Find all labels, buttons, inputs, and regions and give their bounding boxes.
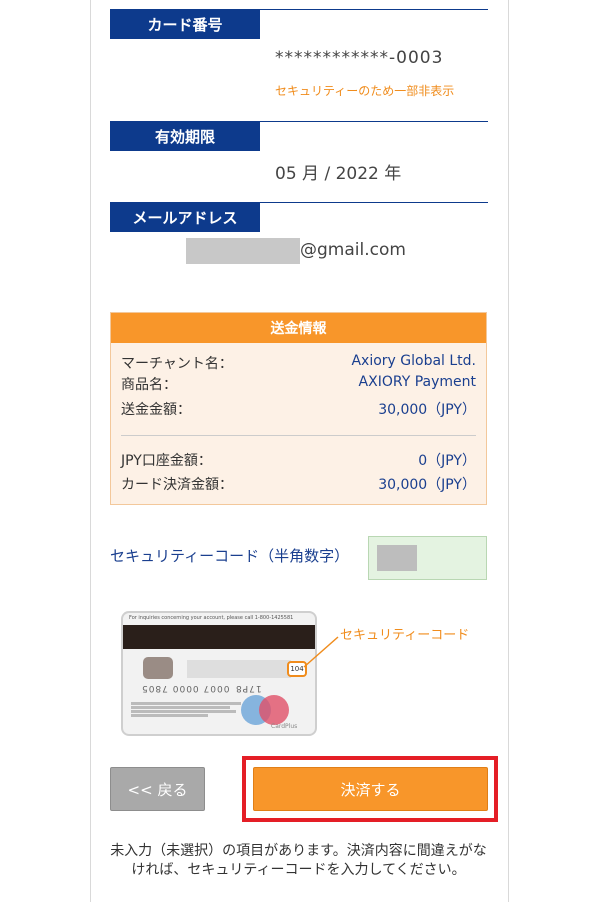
jpy-account-value: 0（JPY） bbox=[418, 453, 476, 469]
security-code-input[interactable] bbox=[368, 536, 487, 580]
frame-left-border bbox=[90, 0, 91, 902]
product-label: 商品名： bbox=[121, 377, 177, 393]
card-amount-label: カード決済金額： bbox=[121, 477, 233, 493]
security-code-illustration-label: セキュリティーコード bbox=[340, 628, 470, 643]
product-value: AXIORY Payment bbox=[358, 374, 476, 390]
merchant-label: マーチャント名： bbox=[121, 356, 233, 372]
amount-row: 送金金額： 30,000（JPY） bbox=[121, 399, 476, 419]
expiry-value: 05 月 / 2022 年 bbox=[275, 164, 402, 184]
security-code-label: セキュリティーコード（半角数字） bbox=[110, 547, 350, 565]
card-logo-circle-red bbox=[259, 695, 289, 725]
card-fine-print bbox=[131, 701, 241, 718]
merchant-value: Axiory Global Ltd. bbox=[351, 353, 476, 369]
frame-right-border bbox=[508, 0, 509, 902]
transfer-divider bbox=[121, 435, 476, 436]
email-rule bbox=[260, 202, 488, 203]
expiry-label: 有効期限 bbox=[110, 121, 260, 151]
transfer-info-box: 送金情報 マーチャント名： Axiory Global Ltd. 商品名： AX… bbox=[110, 312, 487, 505]
card-amount-row: カード決済金額： 30,000（JPY） bbox=[121, 474, 476, 494]
card-number-rule bbox=[260, 9, 488, 10]
card-amount-value: 30,000（JPY） bbox=[378, 477, 476, 493]
card-number-embossed-right: 17P8 bbox=[235, 683, 262, 693]
amount-label: 送金金額： bbox=[121, 402, 191, 418]
card-number-label: カード番号 bbox=[110, 9, 260, 39]
expiry-rule bbox=[260, 121, 488, 122]
email-masked-part bbox=[186, 238, 300, 264]
validation-message: 未入力（未選択）の項目があります。決済内容に間違えがなければ、セキュリティーコー… bbox=[110, 843, 487, 878]
card-number-value: ************-0003 bbox=[275, 48, 444, 68]
pay-button[interactable]: 決済する bbox=[253, 767, 488, 811]
transfer-info-title: 送金情報 bbox=[111, 313, 486, 343]
merchant-row: マーチャント名： Axiory Global Ltd. bbox=[121, 353, 476, 373]
card-inquiry-text: For inquiries concerning your account, p… bbox=[129, 615, 294, 621]
jpy-account-row: JPY口座金額： 0（JPY） bbox=[121, 450, 476, 470]
card-magnetic-strip bbox=[123, 625, 315, 649]
email-value: @gmail.com bbox=[300, 240, 406, 260]
product-row: 商品名： AXIORY Payment bbox=[121, 374, 476, 394]
card-number-note: セキュリティーのため一部非表示 bbox=[275, 84, 455, 98]
card-hologram bbox=[143, 657, 173, 679]
card-brand-text: CardPlus bbox=[271, 723, 298, 730]
amount-value: 30,000（JPY） bbox=[378, 402, 476, 418]
pointer-line-icon bbox=[303, 636, 339, 668]
email-label: メールアドレス bbox=[110, 202, 260, 232]
back-button[interactable]: << 戻る bbox=[110, 767, 205, 811]
card-number-embossed: 0007 0000 7805 bbox=[141, 683, 230, 693]
card-signature-panel bbox=[187, 660, 291, 678]
security-code-input-fill bbox=[377, 545, 417, 571]
card-back-illustration: For inquiries concerning your account, p… bbox=[121, 611, 317, 736]
jpy-account-label: JPY口座金額： bbox=[121, 453, 212, 469]
